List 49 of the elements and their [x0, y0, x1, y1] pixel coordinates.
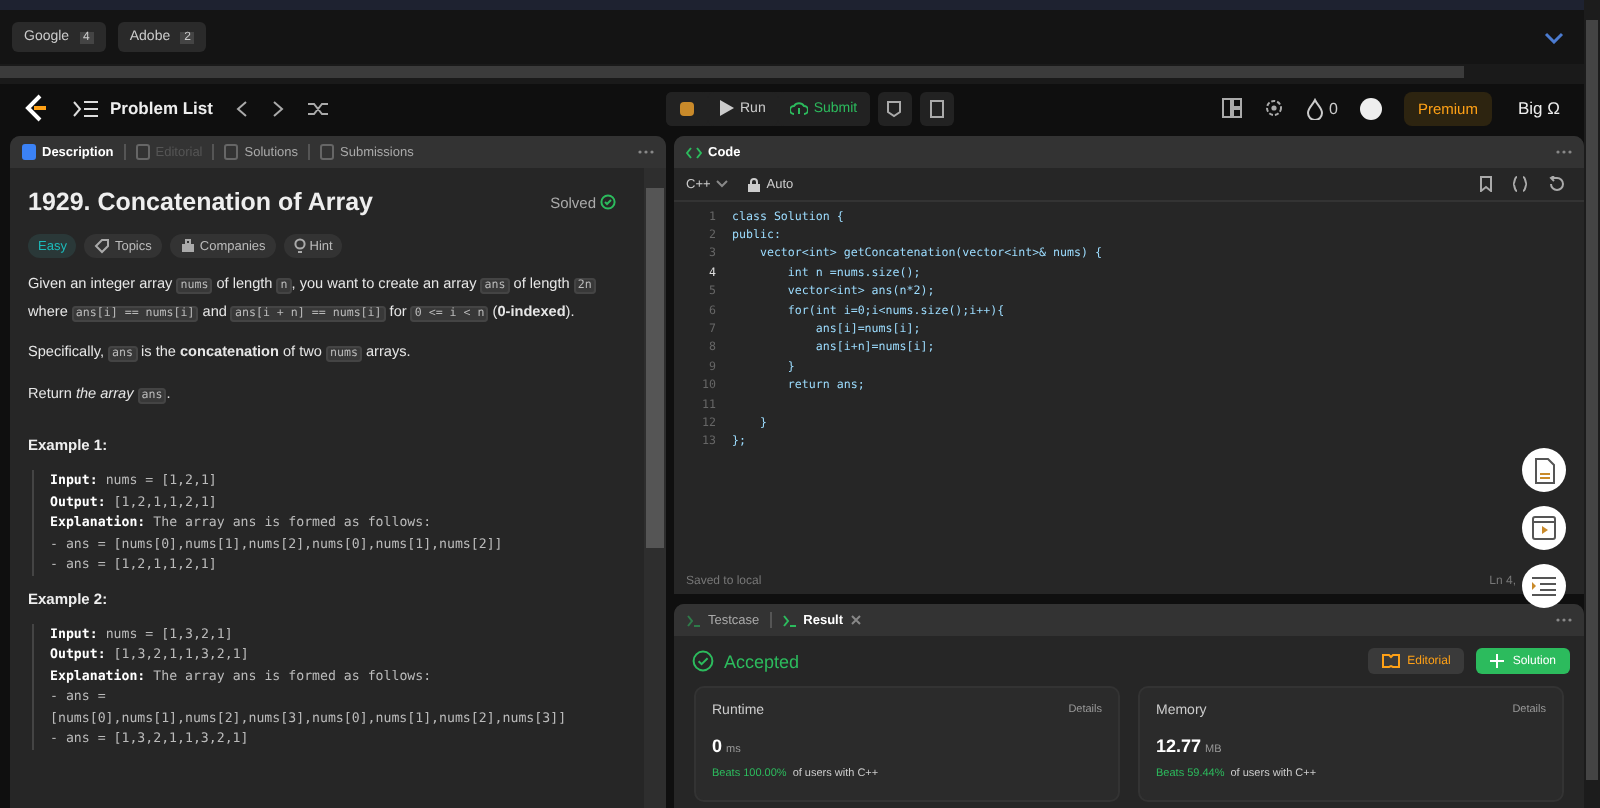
- page-icon: [22, 144, 36, 160]
- page-icon: [929, 99, 944, 117]
- book-icon: [1381, 654, 1400, 668]
- list-icon: [72, 99, 100, 117]
- settings-icon[interactable]: [1263, 98, 1284, 118]
- next-icon[interactable]: [272, 99, 285, 117]
- bookmark-icon[interactable]: [1480, 176, 1492, 192]
- video-icon: [1532, 516, 1556, 540]
- notes-button[interactable]: [877, 91, 912, 125]
- bug-icon: [678, 98, 696, 118]
- problem-list-button[interactable]: Problem List: [72, 98, 213, 118]
- stat-value: 12.77: [1156, 736, 1202, 756]
- lock-icon: [748, 177, 761, 191]
- chevron-down-icon[interactable]: [1544, 31, 1564, 43]
- shuffle-icon[interactable]: [308, 99, 331, 117]
- stat-value: 0: [712, 736, 723, 756]
- play-icon: [720, 100, 734, 116]
- page-icon: [224, 144, 239, 160]
- close-icon[interactable]: [849, 614, 862, 626]
- code-icon: [686, 145, 702, 159]
- building-icon: [179, 238, 196, 254]
- braces-icon[interactable]: [1512, 176, 1528, 192]
- cloud-upload-icon: [789, 100, 808, 116]
- user-name[interactable]: Big Ω: [1517, 98, 1560, 118]
- terminal-icon: [781, 613, 798, 627]
- shield-icon: [886, 99, 903, 117]
- problem-title: 1929. Concatenation of Array: [28, 188, 374, 216]
- list-icon: [1532, 576, 1556, 596]
- previous-icon[interactable]: [236, 99, 249, 117]
- reset-icon[interactable]: [1548, 176, 1564, 192]
- accepted-status: Accepted: [692, 650, 800, 672]
- scrollbar[interactable]: [0, 66, 1464, 78]
- note-button[interactable]: [919, 91, 954, 125]
- page-icon: [320, 144, 334, 160]
- check-circle-icon: [692, 650, 714, 672]
- lightbulb-icon: [293, 238, 306, 254]
- logo-icon[interactable]: [24, 94, 48, 122]
- terminal-icon: [686, 613, 702, 627]
- streak-counter[interactable]: 0: [1305, 97, 1338, 119]
- plus-icon: [1490, 654, 1505, 668]
- page-icon: [135, 144, 150, 160]
- scrollbar[interactable]: [1586, 20, 1598, 780]
- avatar[interactable]: [1359, 97, 1382, 119]
- check-circle-icon: [600, 194, 616, 210]
- tag-icon: [94, 238, 111, 254]
- chevron-down-icon: [716, 180, 729, 188]
- layout-icon[interactable]: [1221, 98, 1242, 118]
- scrollbar[interactable]: [646, 188, 664, 548]
- document-icon: [1533, 457, 1555, 483]
